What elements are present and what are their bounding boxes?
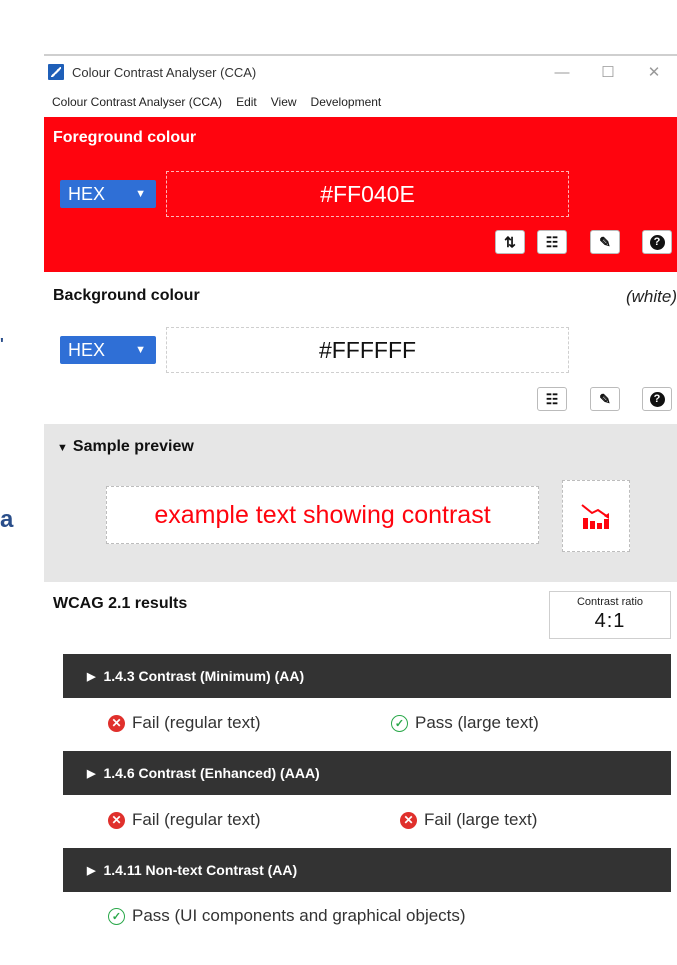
fail-icon: ✕ xyxy=(108,714,125,732)
help-icon: ? xyxy=(649,234,665,250)
background-format-label: HEX xyxy=(68,339,106,360)
result-143-regular: ✕ Fail (regular text) xyxy=(108,709,260,737)
background-title: Background colour xyxy=(53,287,200,304)
result-146-large: ✕ Fail (large text) xyxy=(400,806,537,834)
foreground-format-select[interactable]: HEX ▼ xyxy=(60,180,156,208)
edge-fragment-top: ' xyxy=(0,336,4,353)
criterion-label: 1.4.6 Contrast (Enhanced) (AAA) xyxy=(103,765,320,781)
background-colour-name: (white) xyxy=(625,287,677,306)
result-text: Fail (regular text) xyxy=(132,713,261,732)
foreground-sliders-button[interactable]: ☷ xyxy=(537,230,567,254)
criterion-1411-toggle[interactable]: ▶ 1.4.11 Non-text Contrast (AA) xyxy=(63,848,671,892)
contrast-ratio-box: Contrast ratio 4:1 xyxy=(549,591,671,639)
minimize-button[interactable]: — xyxy=(539,56,585,88)
triangle-right-icon: ▶ xyxy=(87,864,96,877)
window-title: Colour Contrast Analyser (CCA) xyxy=(72,64,257,80)
background-hex-input[interactable]: #FFFFFF xyxy=(166,327,569,373)
menu-development[interactable]: Development xyxy=(311,95,382,109)
menu-view[interactable]: View xyxy=(271,95,297,109)
contrast-chart-button[interactable] xyxy=(562,480,630,552)
sample-preview-title: Sample preview xyxy=(72,438,194,455)
result-1411-nontext: ✓ Pass (UI components and graphical obje… xyxy=(108,902,466,930)
result-text: Fail (large text) xyxy=(424,810,538,829)
background-sliders-button[interactable]: ☷ xyxy=(537,387,567,411)
chevron-down-icon: ▼ xyxy=(135,188,146,200)
maximize-button[interactable]: ☐ xyxy=(585,56,631,88)
foreground-title: Foreground colour xyxy=(53,129,197,146)
result-text: Pass (UI components and graphical object… xyxy=(132,906,466,925)
background-panel: Background colour (white) HEX ▼ #FFFFFF … xyxy=(44,272,677,422)
background-format-select[interactable]: HEX ▼ xyxy=(60,336,156,364)
criterion-143-toggle[interactable]: ▶ 1.4.3 Contrast (Minimum) (AA) xyxy=(63,654,671,698)
sliders-icon: ☷ xyxy=(545,390,559,407)
result-143-large: ✓ Pass (large text) xyxy=(391,709,539,737)
pass-icon: ✓ xyxy=(108,907,125,925)
app-window: Colour Contrast Analyser (CCA) — ☐ ✕ Col… xyxy=(44,54,677,965)
criterion-label: 1.4.3 Contrast (Minimum) (AA) xyxy=(103,668,305,684)
results-title: WCAG 2.1 results xyxy=(53,595,188,612)
title-bar[interactable]: Colour Contrast Analyser (CCA) — ☐ ✕ xyxy=(44,56,677,88)
menu-bar: Colour Contrast Analyser (CCA) Edit View… xyxy=(44,89,677,115)
result-146-regular: ✕ Fail (regular text) xyxy=(108,806,260,834)
triangle-right-icon: ▶ xyxy=(87,670,96,683)
pass-icon: ✓ xyxy=(391,714,408,732)
criterion-label: 1.4.11 Non-text Contrast (AA) xyxy=(103,862,298,878)
background-help-button[interactable]: ? xyxy=(642,387,672,411)
result-text: Fail (regular text) xyxy=(132,810,261,829)
criterion-146-toggle[interactable]: ▶ 1.4.6 Contrast (Enhanced) (AAA) xyxy=(63,751,671,795)
eyedropper-icon: ✎ xyxy=(599,233,611,250)
help-icon: ? xyxy=(649,391,665,407)
foreground-format-label: HEX xyxy=(68,183,106,204)
contrast-ratio-value: 4:1 xyxy=(594,610,626,632)
foreground-eyedropper-button[interactable]: ✎ xyxy=(590,230,620,254)
triangle-down-icon: ▼ xyxy=(57,442,68,454)
contrast-ratio-label: Contrast ratio xyxy=(576,596,644,608)
sample-text-box: example text showing contrast xyxy=(106,486,539,544)
foreground-panel: Foreground colour HEX ▼ #FF040E ⇅ ☷ ✎ ? xyxy=(44,117,677,272)
menu-app[interactable]: Colour Contrast Analyser (CCA) xyxy=(52,95,222,109)
fail-icon: ✕ xyxy=(400,811,417,829)
edge-fragment-bottom: a xyxy=(0,506,14,533)
contrast-chart-icon xyxy=(581,504,609,529)
foreground-help-button[interactable]: ? xyxy=(642,230,672,254)
triangle-right-icon: ▶ xyxy=(87,767,96,780)
chevron-down-icon: ▼ xyxy=(135,344,146,356)
app-logo-icon xyxy=(48,64,64,80)
sample-preview-toggle[interactable]: ▼ Sample preview xyxy=(57,438,194,456)
close-button[interactable]: ✕ xyxy=(631,56,677,88)
sample-preview-panel: ▼ Sample preview example text showing con… xyxy=(44,424,677,582)
result-text: Pass (large text) xyxy=(415,713,539,732)
window-controls: — ☐ ✕ xyxy=(539,56,677,88)
sliders-icon: ☷ xyxy=(545,233,559,250)
swap-colours-button[interactable]: ⇅ xyxy=(495,230,525,254)
eyedropper-icon: ✎ xyxy=(599,390,611,407)
background-eyedropper-button[interactable]: ✎ xyxy=(590,387,620,411)
fail-icon: ✕ xyxy=(108,811,125,829)
foreground-hex-input[interactable]: #FF040E xyxy=(166,171,569,217)
menu-edit[interactable]: Edit xyxy=(236,95,257,109)
swap-icon: ⇅ xyxy=(504,233,516,250)
